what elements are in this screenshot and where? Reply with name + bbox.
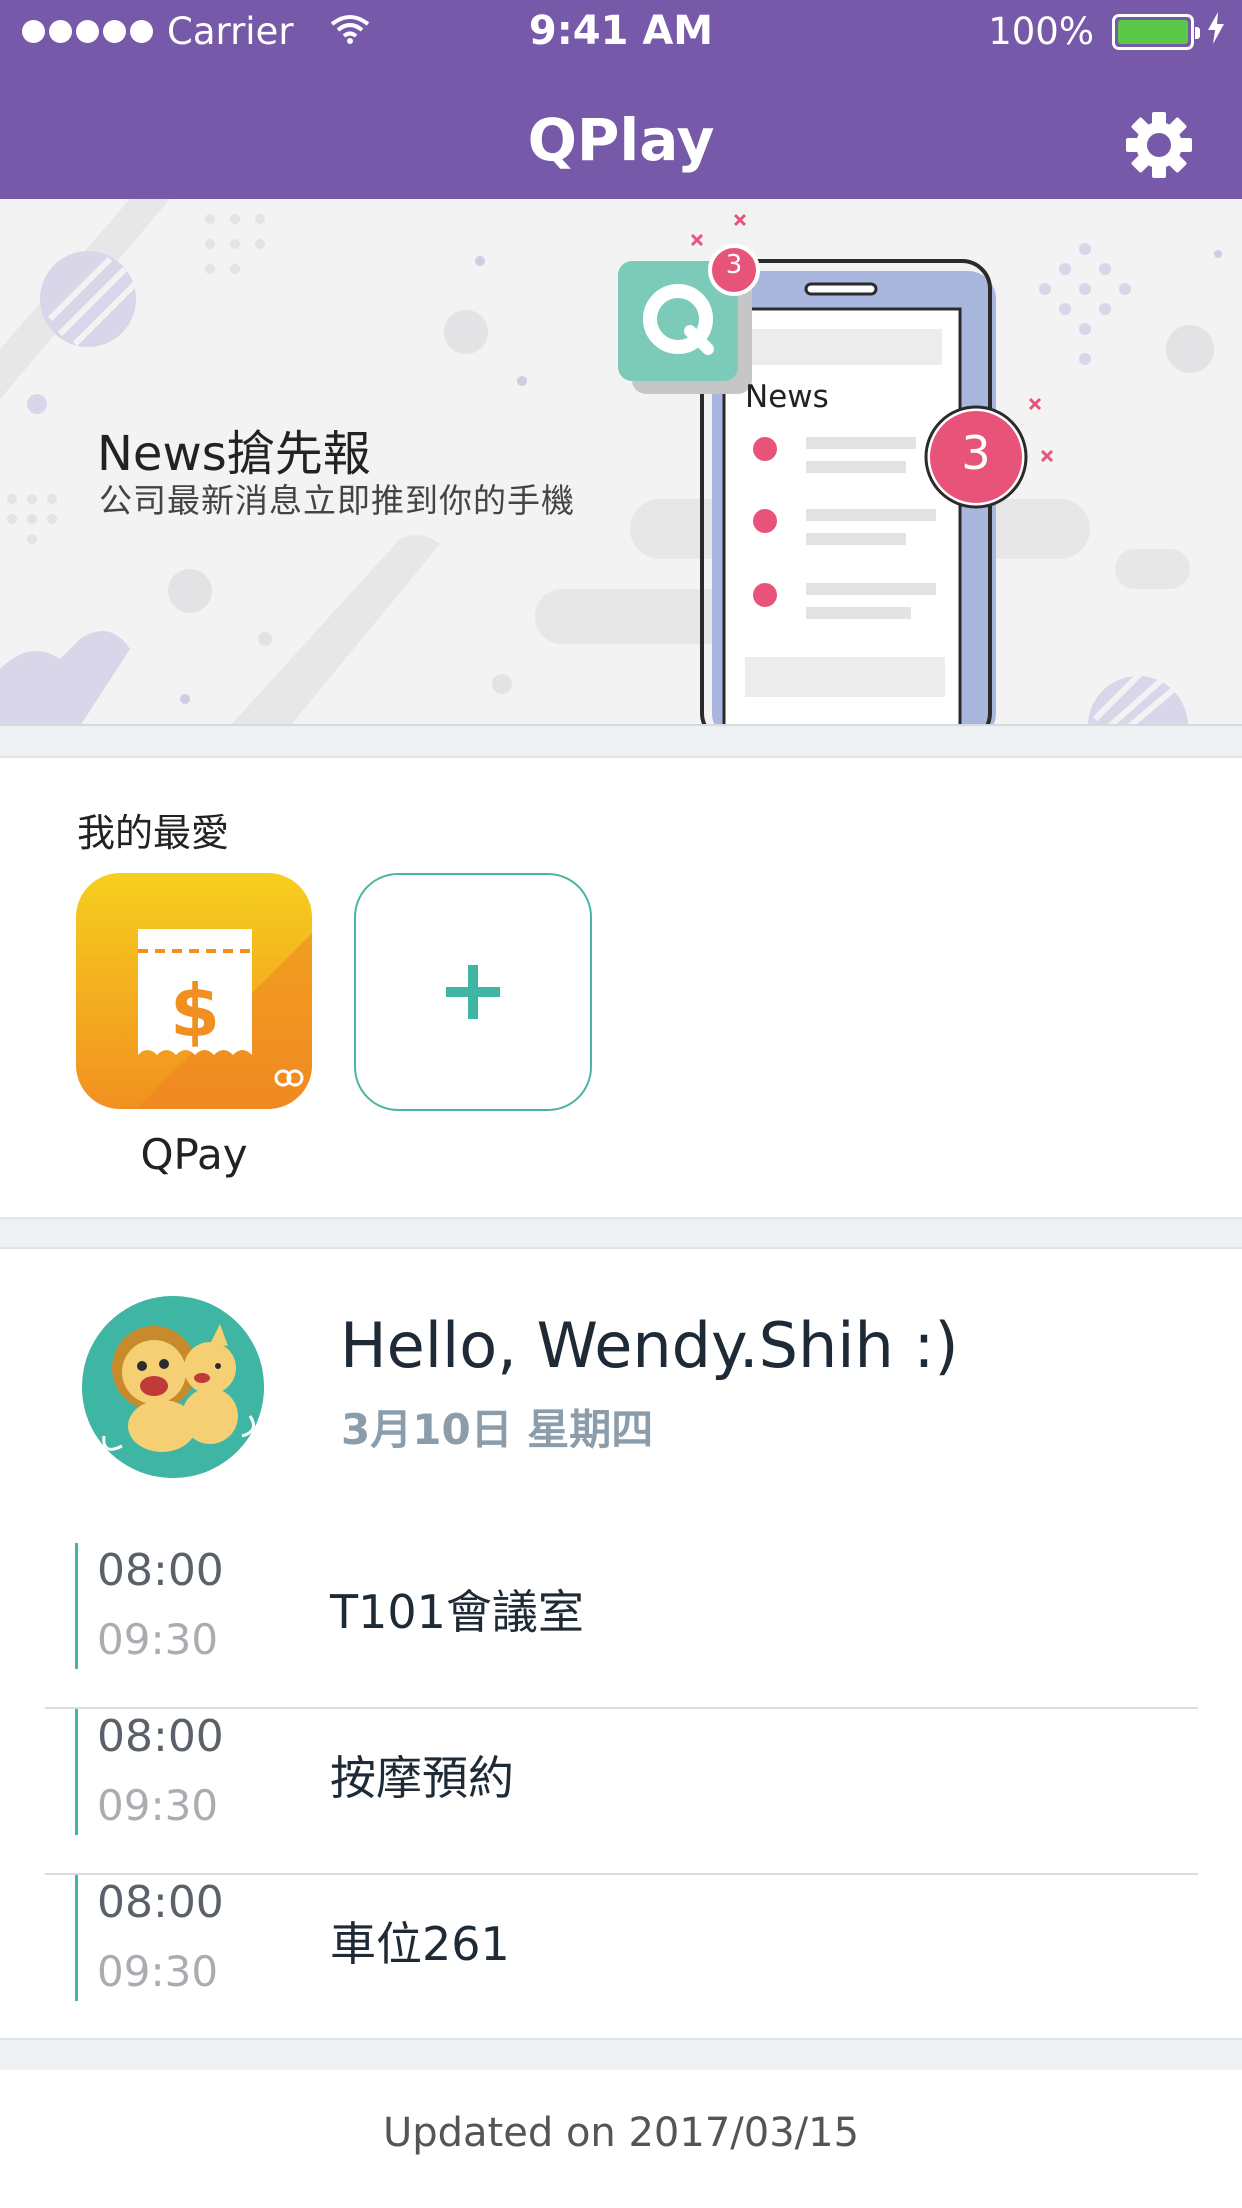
- event-title: 車位261: [330, 1917, 510, 1971]
- event-start-time: 08:00: [97, 1877, 224, 1928]
- greeting-text: Hello, Wendy.Shih :): [340, 1309, 959, 1382]
- event-title: 按摩預約: [330, 1751, 514, 1805]
- favorites-title: 我的最愛: [77, 811, 230, 855]
- event-item[interactable]: 08:00 09:30 T101會議室: [45, 1543, 1198, 1709]
- app-qpay[interactable]: $: [76, 873, 312, 1109]
- event-end-time: 09:30: [97, 1947, 219, 1996]
- event-title: T101會議室: [330, 1585, 584, 1639]
- battery-percentage: 100%: [988, 10, 1094, 53]
- plus-icon: [446, 965, 500, 1019]
- gear-icon[interactable]: [1124, 110, 1194, 180]
- app-label-qpay: QPay: [140, 1130, 248, 1179]
- app-header: Carrier 9:41 AM 100% QPlay: [0, 0, 1242, 199]
- receipt-dollar-icon: $: [76, 873, 312, 1109]
- avatar[interactable]: [82, 1296, 264, 1478]
- event-start-time: 08:00: [97, 1545, 224, 1596]
- svg-text:$: $: [170, 969, 220, 1053]
- banner-subtitle: 公司最新消息立即推到你的手機: [99, 481, 575, 520]
- notification-badge-large: 3: [961, 426, 991, 480]
- event-item[interactable]: 08:00 09:30 車位261: [45, 1875, 1198, 2041]
- favorites-section: 我的最愛 $ QPay: [0, 756, 1242, 1219]
- news-banner[interactable]: News搶先報 公司最新消息立即推到你的手機 News 3 3: [0, 199, 1242, 726]
- phone-news-label: News: [745, 379, 829, 415]
- last-updated-text: Updated on 2017/03/15: [382, 2110, 860, 2156]
- event-end-time: 09:30: [97, 1615, 219, 1664]
- event-time-indicator: [75, 1543, 78, 1669]
- notification-badge-small: 3: [725, 250, 743, 280]
- lion-avatar-icon: [82, 1296, 264, 1478]
- add-favorite-button[interactable]: [354, 873, 592, 1111]
- event-item[interactable]: 08:00 09:30 按摩預約: [45, 1709, 1198, 1875]
- charging-bolt-icon: [1208, 10, 1224, 53]
- event-start-time: 08:00: [97, 1711, 224, 1762]
- battery-icon: [1112, 13, 1200, 50]
- page-title: QPlay: [527, 106, 715, 174]
- agenda-section: Hello, Wendy.Shih :) 3月10日 星期四 08:00 09:…: [0, 1247, 1242, 2040]
- event-end-time: 09:30: [97, 1781, 219, 1830]
- event-time-indicator: [75, 1709, 78, 1835]
- footer: Updated on 2017/03/15: [0, 2070, 1242, 2208]
- status-bar: Carrier 9:41 AM 100%: [0, 0, 1242, 66]
- current-date: 3月10日 星期四: [341, 1405, 654, 1454]
- event-time-indicator: [75, 1875, 78, 2001]
